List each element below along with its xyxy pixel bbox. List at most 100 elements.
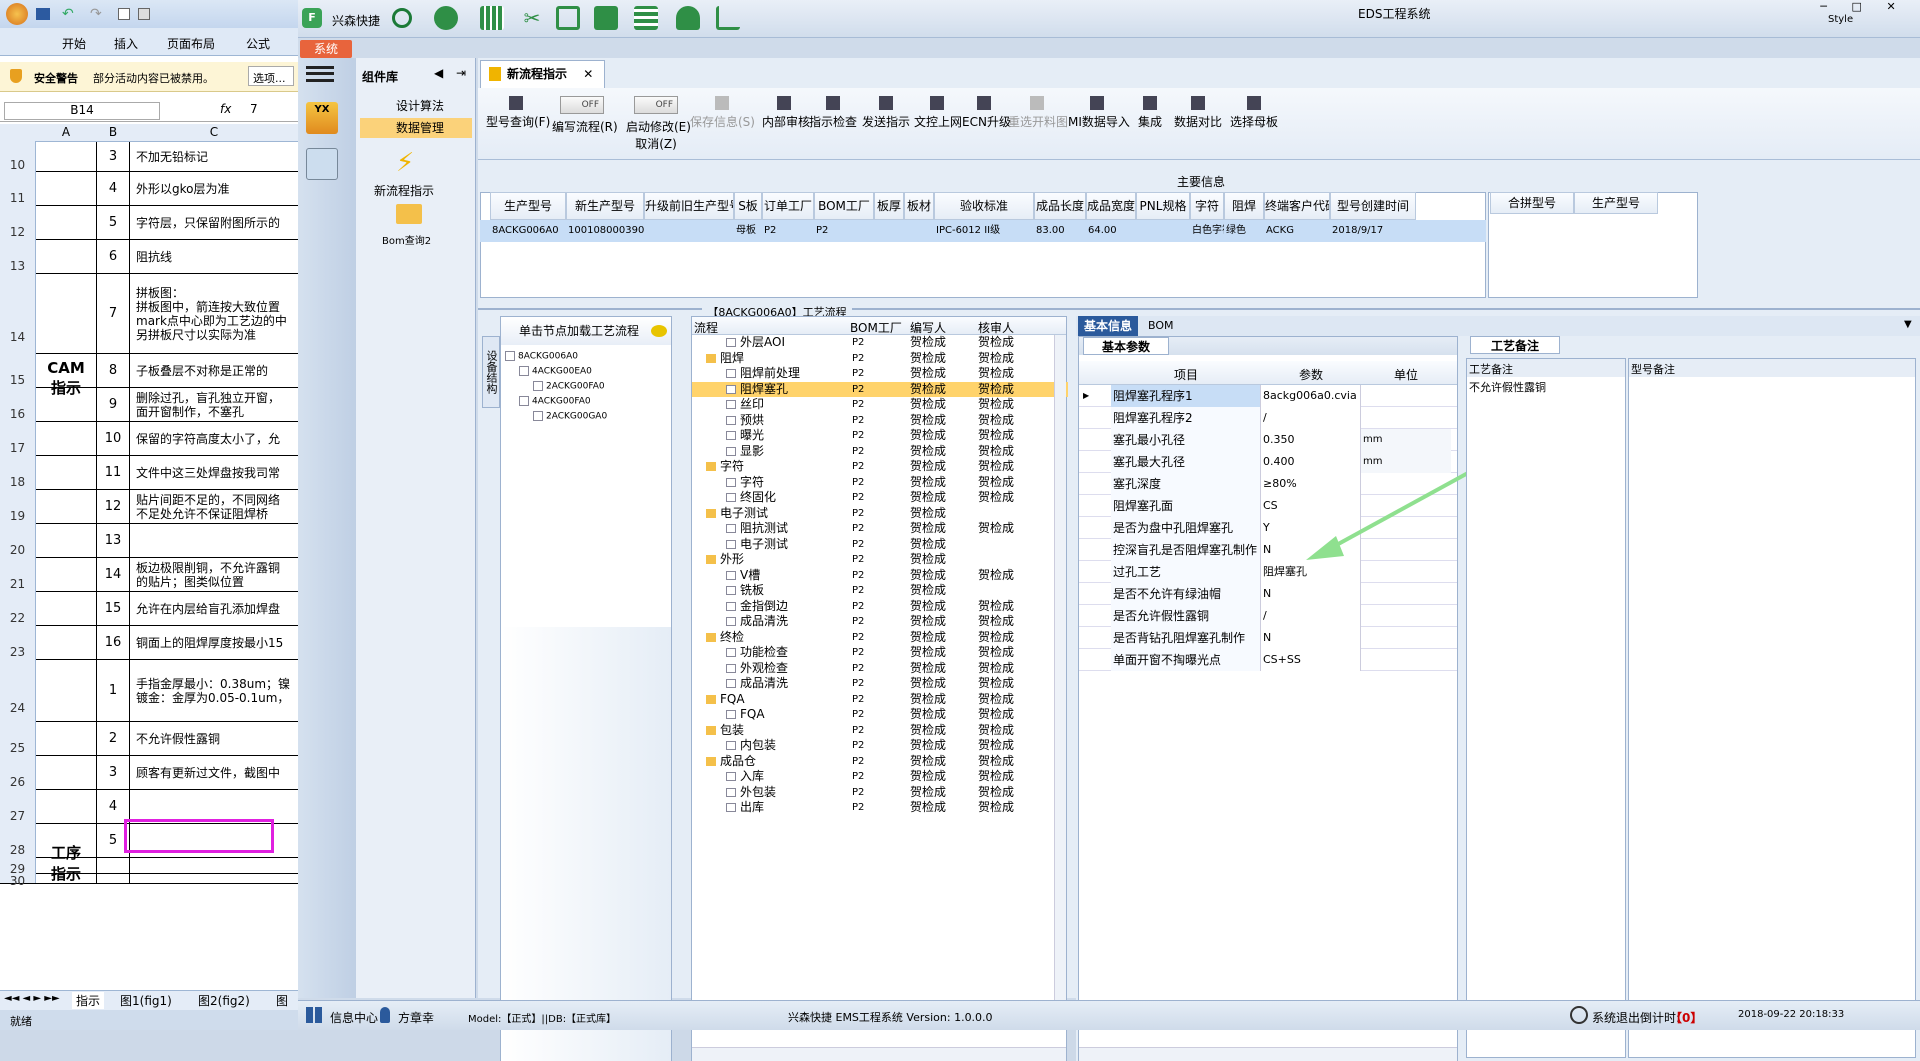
cell-b[interactable]: 3 xyxy=(96,142,130,171)
grid-cell[interactable]: 绿色 xyxy=(1224,220,1264,242)
grid-menu-icon[interactable] xyxy=(306,1007,322,1023)
process-row[interactable]: 丝印 P2 贺检成 贺检成 xyxy=(692,397,1068,412)
toolbar-button[interactable]: MI数据导入 xyxy=(1068,88,1130,160)
process-row[interactable]: 显影 P2 贺检成 贺检成 xyxy=(692,444,1068,459)
process-row[interactable]: 阻焊塞孔 P2 贺检成 贺检成 xyxy=(692,381,1068,397)
system-tab[interactable]: 系统 xyxy=(300,40,352,58)
row-number[interactable]: 29 xyxy=(0,857,36,876)
process-row[interactable]: 成品仓 P2 贺检成 贺检成 xyxy=(692,754,1068,769)
row-number[interactable]: 11 xyxy=(0,171,36,205)
grid-cell[interactable]: ACKG xyxy=(1264,220,1330,242)
grid-header[interactable]: PNL规格 xyxy=(1136,192,1190,220)
grid-header[interactable]: 生产型号 xyxy=(490,192,566,220)
row-number[interactable]: 19 xyxy=(0,489,36,523)
info-value[interactable]: N xyxy=(1261,627,1361,649)
process-row[interactable]: 预烘 P2 贺检成 贺检成 xyxy=(692,413,1068,428)
search-icon[interactable] xyxy=(392,8,412,28)
cell-c[interactable]: 贴片间距不足的，不同网络 不足处允许不保证阻焊桥 xyxy=(134,490,298,523)
tab-bom[interactable]: BOM xyxy=(1148,319,1174,332)
info-row[interactable]: 是否允许假性露铜 / xyxy=(1079,605,1457,627)
info-row[interactable]: ▶ 阻焊塞孔程序1 8ackg006a0.cvia xyxy=(1079,385,1457,407)
maximize-button[interactable]: □ xyxy=(1851,0,1861,16)
process-row[interactable]: 电子测试 P2 贺检成 xyxy=(692,537,1068,552)
info-row[interactable]: 是否不允许有绿油帽 N xyxy=(1079,583,1457,605)
grid-header[interactable]: 成品长度 xyxy=(1034,192,1086,220)
toolbar-button[interactable]: 保存信息(S) xyxy=(690,88,755,160)
row-number[interactable]: 10 xyxy=(0,141,36,172)
toolbar-button[interactable]: 重选开料图 xyxy=(1008,88,1068,160)
grid-cell[interactable]: P2 xyxy=(814,220,874,242)
col-c-header[interactable]: C xyxy=(134,125,294,139)
cell-b[interactable]: 13 xyxy=(96,524,130,557)
cell-b[interactable]: 6 xyxy=(96,240,130,273)
info-row[interactable]: 阻焊塞孔程序2/ xyxy=(1079,407,1457,429)
cell-c[interactable]: 阻抗线 xyxy=(134,240,298,273)
close-tab-icon[interactable]: ✕ xyxy=(583,67,593,81)
row-number[interactable]: 27 xyxy=(0,789,36,823)
lib-item-algorithm[interactable]: 设计算法 xyxy=(360,96,472,116)
grid-cell[interactable]: P2 xyxy=(762,220,814,242)
row-number[interactable]: 25 xyxy=(0,721,36,755)
tab-basic-params[interactable]: 基本参数 xyxy=(1083,337,1169,355)
tab-insert[interactable]: 插入 xyxy=(114,35,138,52)
folder-icon[interactable] xyxy=(396,204,422,224)
row-number[interactable]: 16 xyxy=(0,387,36,421)
sheet-tab-instructions[interactable]: 指示 xyxy=(72,992,105,1009)
cell-b[interactable]: 5 xyxy=(96,206,130,239)
row-number[interactable]: 20 xyxy=(0,523,36,557)
grid-header[interactable]: 验收标准 xyxy=(934,192,1034,220)
info-value[interactable]: 8ackg006a0.cvia xyxy=(1261,385,1361,407)
cell-c[interactable]: 字符层，只保留附图所示的 xyxy=(134,206,298,239)
grid-header[interactable]: 字符 xyxy=(1190,192,1224,220)
info-value[interactable]: / xyxy=(1261,407,1361,429)
process-row[interactable]: 外观检查 P2 贺检成 贺检成 xyxy=(692,661,1068,676)
minimize-button[interactable]: ─ xyxy=(1820,0,1827,16)
tab-process-remark[interactable]: 工艺备注 xyxy=(1470,336,1560,354)
process-row[interactable]: FQA P2 贺检成 贺检成 xyxy=(692,692,1068,707)
info-col-item[interactable]: 项目 xyxy=(1111,366,1261,383)
process-row[interactable]: 包装 P2 贺检成 贺检成 xyxy=(692,723,1068,738)
toolbar-button[interactable]: 发送指示 xyxy=(860,88,912,160)
cell-c[interactable]: 子板叠层不对称是正常的 xyxy=(134,354,298,387)
grid-header[interactable]: 新生产型号 xyxy=(566,192,644,220)
process-row[interactable]: 铣板 P2 贺检成 xyxy=(692,583,1068,598)
redo-icon[interactable]: ↷ xyxy=(90,6,104,22)
chart-icon[interactable] xyxy=(716,6,740,30)
row-number[interactable]: 12 xyxy=(0,205,36,239)
cell-c[interactable]: 外形以gko层为准 xyxy=(134,172,298,205)
row-number[interactable]: 14 xyxy=(0,273,36,353)
export-icon[interactable] xyxy=(594,6,618,30)
process-col-writer[interactable]: 编写人 xyxy=(910,319,946,336)
cell-b[interactable] xyxy=(96,874,130,883)
col-a-header[interactable]: A xyxy=(36,125,96,139)
cell-c[interactable]: 铜面上的阻焊厚度按最小15 xyxy=(134,626,298,659)
cell-c[interactable]: 保留的字符高度太小了，允 xyxy=(134,422,298,455)
cell-b[interactable]: 14 xyxy=(96,558,130,591)
lightning-icon[interactable]: ⚡ xyxy=(396,148,420,178)
tree-node[interactable]: 2ACKG00FA0 xyxy=(533,381,605,392)
model-remark-box[interactable]: 型号备注 xyxy=(1628,358,1916,1058)
grid-cell[interactable]: 10010800039045 xyxy=(566,220,644,242)
columns-icon[interactable] xyxy=(556,6,580,30)
process-row[interactable]: 阻焊 P2 贺检成 贺检成 xyxy=(692,351,1068,366)
tab-basic-info[interactable]: 基本信息 xyxy=(1078,316,1138,336)
grid-cell[interactable] xyxy=(904,220,934,242)
list-icon[interactable] xyxy=(634,6,658,30)
process-remark-box[interactable]: 工艺备注 不允许假性露铜 xyxy=(1466,358,1626,1058)
process-row[interactable]: 出库 P2 贺检成 贺检成 xyxy=(692,800,1068,815)
process-row[interactable]: 电子测试 P2 贺检成 xyxy=(692,506,1068,521)
row-number[interactable]: 22 xyxy=(0,591,36,625)
fx-icon[interactable]: fx xyxy=(220,102,231,116)
grid-header[interactable]: BOM工厂 xyxy=(814,192,874,220)
toggle-switch[interactable]: OFF xyxy=(560,96,604,114)
cell-c[interactable]: 不加无铅标记 xyxy=(134,142,298,171)
process-col-bom[interactable]: BOM工厂 xyxy=(850,319,902,336)
comment-icon[interactable] xyxy=(651,325,667,337)
grid-header[interactable]: 终端客户代码 xyxy=(1264,192,1330,220)
refresh-icon[interactable] xyxy=(434,6,458,30)
tree-node[interactable]: 2ACKG00GA0 xyxy=(533,411,607,422)
toolbar-button[interactable]: 数据对比 xyxy=(1172,88,1224,160)
print-icon[interactable] xyxy=(138,8,150,20)
grid-cell[interactable]: 2018/9/17 xyxy=(1330,220,1416,242)
process-row[interactable]: 内包装 P2 贺检成 贺检成 xyxy=(692,738,1068,753)
